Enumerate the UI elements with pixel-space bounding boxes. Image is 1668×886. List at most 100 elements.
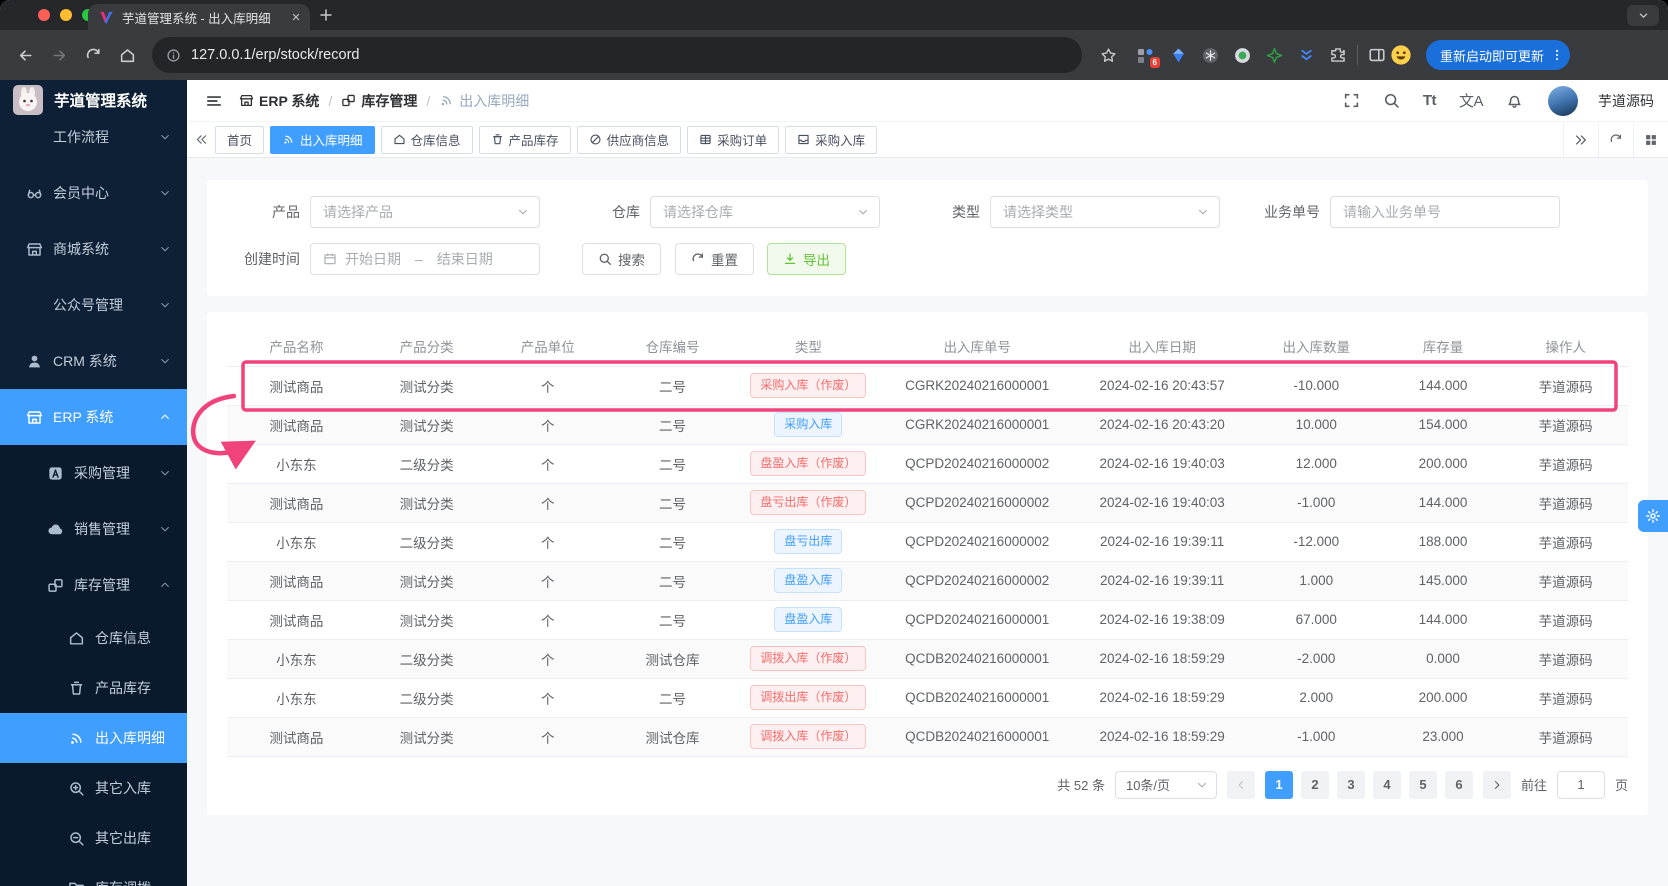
page-button-1[interactable]: 1	[1265, 771, 1293, 799]
sidebar-item-sales[interactable]: 销售管理	[0, 501, 187, 557]
table-row[interactable]: 测试商品测试分类个二号采购入库（作废）CGRK20240216000001202…	[227, 366, 1628, 405]
browser-menu-kebab-icon[interactable]	[1550, 48, 1564, 62]
reload-button[interactable]	[78, 40, 108, 70]
new-tab-button[interactable]	[318, 7, 334, 23]
page-button-3[interactable]: 3	[1337, 771, 1365, 799]
fullscreen-icon[interactable]	[1343, 92, 1360, 109]
search-icon[interactable]	[1383, 92, 1400, 109]
table-row[interactable]: 小东东二级分类个二号盘亏出库QCPD202402160000022024-02-…	[227, 522, 1628, 561]
font-size-icon[interactable]: Tt	[1423, 92, 1436, 109]
search-button[interactable]: 搜索	[582, 243, 661, 275]
extension-icon-2[interactable]	[1169, 46, 1187, 64]
next-page-button[interactable]	[1483, 771, 1511, 799]
tab-supplier-info[interactable]: 供应商信息	[577, 126, 682, 154]
notification-bell-icon[interactable]	[1506, 92, 1523, 109]
tab-warehouse-info[interactable]: 仓库信息	[381, 126, 473, 154]
sidebar-item-crm[interactable]: CRM 系统	[0, 333, 187, 389]
table-row[interactable]: 测试商品测试分类个测试仓库调拨入库（作废）QCDB202402160000012…	[227, 717, 1628, 756]
tags-scroll-left-icon[interactable]	[187, 133, 215, 146]
tab-home[interactable]: 首页	[215, 126, 264, 154]
forward-button[interactable]	[44, 40, 74, 70]
tab-stock-record[interactable]: 出入库明细	[270, 126, 375, 154]
goto-page-input[interactable]	[1557, 771, 1605, 799]
date-range-picker[interactable]: 开始日期 – 结束日期	[310, 243, 540, 275]
sidebar-item-warehouse-info[interactable]: 仓库信息	[0, 613, 187, 663]
collapse-menu-icon[interactable]	[205, 92, 223, 110]
sidebar-item-erp[interactable]: ERP 系统	[0, 389, 187, 445]
extension-icon-5[interactable]	[1265, 46, 1283, 64]
breadcrumb-item-1[interactable]: 库存管理	[341, 91, 417, 111]
type-select[interactable]: 请选择类型	[990, 196, 1220, 228]
prev-page-button[interactable]	[1227, 771, 1255, 799]
layout-grid-icon[interactable]	[1633, 122, 1668, 157]
cell-order_no: QCPD20240216000002	[880, 561, 1075, 600]
sidebar-item-mall[interactable]: 商城系统	[0, 221, 187, 277]
page-button-4[interactable]: 4	[1373, 771, 1401, 799]
tab-label: 采购订单	[717, 130, 767, 149]
sidebar-item-label: 库存管理	[74, 575, 130, 595]
reset-button[interactable]: 重置	[675, 243, 754, 275]
extensions-puzzle-icon[interactable]	[1329, 46, 1347, 64]
sidebar-item-product-stock[interactable]: 产品库存	[0, 663, 187, 713]
page-button-5[interactable]: 5	[1409, 771, 1437, 799]
bizno-input[interactable]	[1343, 204, 1549, 220]
breadcrumb-item-0[interactable]: ERP 系统	[239, 91, 319, 111]
back-button[interactable]	[10, 40, 40, 70]
table-row[interactable]: 小东东二级分类个二号盘盈入库（作废）QCPD202402160000022024…	[227, 444, 1628, 483]
tab-purchase-in[interactable]: 采购入库	[785, 126, 877, 154]
theme-settings-button[interactable]	[1638, 500, 1668, 532]
table-row[interactable]: 小东东二级分类个测试仓库调拨入库（作废）QCDB2024021600000120…	[227, 639, 1628, 678]
extension-icon-1[interactable]: 6	[1137, 46, 1155, 64]
sidebar-item-other-out[interactable]: 其它出库	[0, 813, 187, 863]
cell-warehouse: 二号	[608, 600, 737, 639]
warehouse-select[interactable]: 请选择仓库	[650, 196, 880, 228]
export-button[interactable]: 导出	[767, 243, 846, 275]
tab-search-button[interactable]	[1627, 5, 1659, 26]
breadcrumb-item-2[interactable]: 出入库明细	[439, 91, 529, 111]
sidebar-item-other-in[interactable]: 其它入库	[0, 763, 187, 813]
product-select[interactable]: 请选择产品	[310, 196, 540, 228]
restart-update-button[interactable]: 重新启动即可更新	[1426, 40, 1570, 70]
browser-tab[interactable]: 芋道管理系统 - 出入库明细	[88, 4, 310, 30]
url-bar[interactable]: 127.0.0.1/erp/stock/record	[152, 37, 1082, 73]
username[interactable]: 芋道源码	[1588, 91, 1654, 111]
browser-tab-strip: 芋道管理系统 - 出入库明细	[0, 0, 1668, 30]
chevron-down-icon	[159, 467, 171, 479]
tab-label: 首页	[227, 130, 252, 149]
table-row[interactable]: 测试商品测试分类个二号盘盈入库QCPD202402160000012024-02…	[227, 600, 1628, 639]
user-avatar[interactable]	[1548, 86, 1578, 116]
tags-scroll-right-icon[interactable]	[1563, 122, 1598, 157]
site-info-icon[interactable]	[166, 48, 181, 63]
extension-icon-6[interactable]	[1297, 46, 1315, 64]
bookmark-star-icon[interactable]	[1100, 47, 1117, 64]
page-button-2[interactable]: 2	[1301, 771, 1329, 799]
profile-avatar-icon[interactable]	[1390, 44, 1412, 66]
table-row[interactable]: 测试商品测试分类个二号采购入库CGRK202402160000012024-02…	[227, 405, 1628, 444]
side-panel-icon[interactable]	[1368, 46, 1386, 64]
home-button[interactable]	[112, 40, 142, 70]
column-header-9: 操作人	[1503, 326, 1628, 366]
table-row[interactable]: 测试商品测试分类个二号盘亏出库（作废）QCPD20240216000002202…	[227, 483, 1628, 522]
table-row[interactable]: 小东东二级分类个二号调拨出库（作废）QCDB202402160000012024…	[227, 678, 1628, 717]
tab-close-icon[interactable]	[290, 11, 302, 23]
page-button-6[interactable]: 6	[1445, 771, 1473, 799]
search-icon	[598, 252, 612, 266]
sidebar-item-stock-move[interactable]: 库存调拨	[0, 863, 187, 886]
sidebar-item-stock-record[interactable]: 出入库明细	[0, 713, 187, 763]
minimize-window-button[interactable]	[60, 9, 72, 21]
page-size-select[interactable]: 10条/页	[1115, 771, 1217, 799]
extension-icon-4[interactable]	[1233, 46, 1251, 64]
table-row[interactable]: 测试商品测试分类个二号盘盈入库QCPD202402160000022024-02…	[227, 561, 1628, 600]
translate-icon[interactable]: 文A	[1459, 90, 1483, 111]
sidebar-item-mp[interactable]: 公众号管理	[0, 277, 187, 333]
cell-order_no: QCDB20240216000001	[880, 717, 1075, 756]
extension-icon-3[interactable]	[1201, 46, 1219, 64]
sidebar-item-member-center[interactable]: 会员中心	[0, 165, 187, 221]
tab-purchase-order[interactable]: 采购订单	[687, 126, 779, 154]
tab-product-stock[interactable]: 产品库存	[479, 126, 571, 154]
refresh-page-icon[interactable]	[1598, 122, 1633, 157]
sidebar-item-stock[interactable]: 库存管理	[0, 557, 187, 613]
close-window-button[interactable]	[38, 9, 50, 21]
sidebar-item-purchase[interactable]: 采购管理	[0, 445, 187, 501]
sidebar-item-workflow[interactable]: 工作流程	[0, 109, 187, 165]
